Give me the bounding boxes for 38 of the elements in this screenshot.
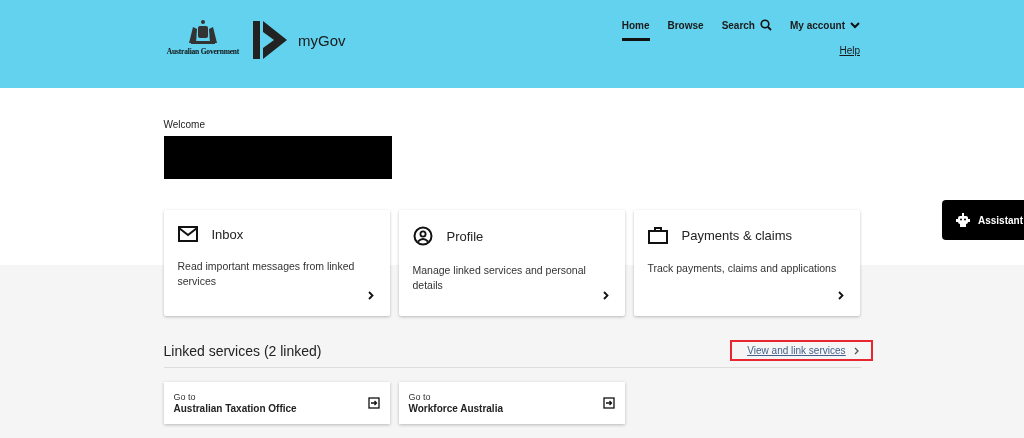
section-heading: Linked services (2 linked) [163, 342, 322, 359]
nav-tab[interactable]: Home [621, 19, 650, 41]
chevron-right-icon [367, 291, 374, 300]
service-name: Australian Taxation Office [173, 403, 297, 414]
brand-name[interactable]: myGov [298, 31, 346, 49]
mygov-logo-icon[interactable] [252, 20, 288, 60]
assistant-button[interactable]: Assistant [942, 200, 1024, 240]
card-description: Track payments, claims and applications [647, 261, 838, 276]
card-title: Inbox [211, 226, 244, 242]
service-link-card[interactable]: Go to Workforce Australia [398, 382, 625, 424]
chevron-right-icon [853, 346, 859, 355]
service-card[interactable]: Profile Manage linked services and personal details [398, 210, 625, 316]
service-card[interactable]: Inbox Read important messages from linked services [163, 210, 390, 316]
arrow-in-box-icon [602, 397, 615, 409]
service-card[interactable]: Payments & claims Track payments, claims and applications [633, 210, 860, 316]
service-name: Workforce Australia [408, 403, 503, 414]
nav-tab[interactable]: My account [790, 19, 860, 41]
briefcase-icon [647, 226, 668, 244]
go-to-label: Go to [408, 392, 432, 402]
go-to-label: Go to [173, 392, 197, 402]
welcome-label: Welcome [163, 119, 206, 130]
card-description: Manage linked services and personal details [412, 263, 587, 293]
card-description: Read important messages from linked services [177, 259, 356, 289]
search-icon [760, 19, 772, 31]
arrow-in-box-icon [367, 397, 380, 409]
card-title: Payments & claims [681, 227, 793, 243]
robot-icon [956, 213, 970, 227]
service-link-card[interactable]: Go to Australian Taxation Office [163, 382, 390, 424]
chevron-down-icon [850, 21, 860, 29]
view-services-link[interactable]: View and link services [730, 340, 873, 361]
envelope-icon [177, 226, 198, 242]
nav-tab[interactable]: Browse [667, 19, 704, 41]
chevron-right-icon [602, 291, 609, 300]
nav-tab[interactable]: Search [721, 19, 772, 41]
help-link[interactable]: Help [839, 45, 860, 56]
user-circle-icon [412, 226, 433, 246]
card-title: Profile [446, 228, 484, 244]
chevron-right-icon [837, 291, 844, 300]
